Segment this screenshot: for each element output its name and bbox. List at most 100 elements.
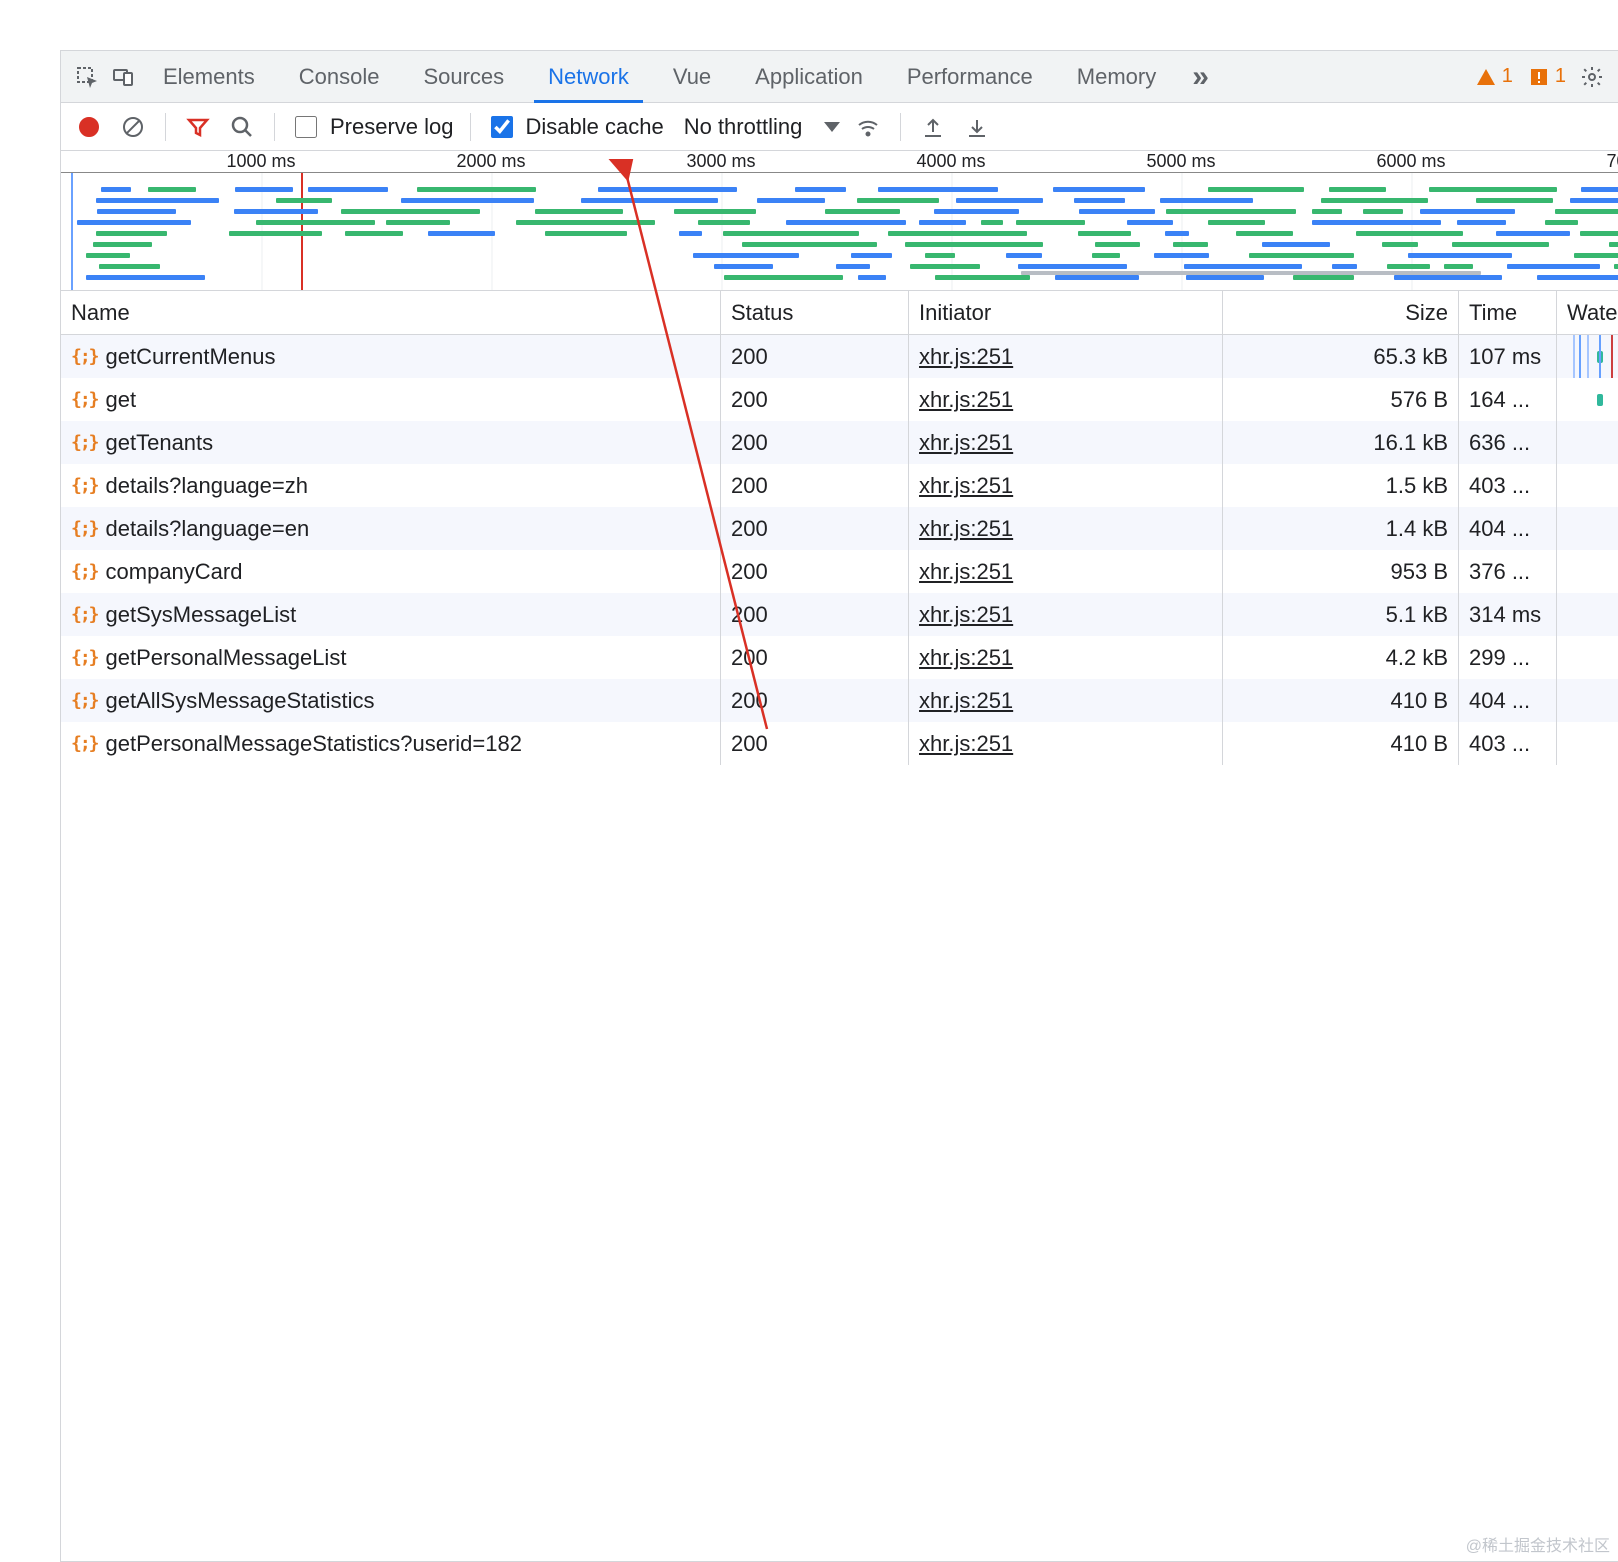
request-initiator[interactable]: xhr.js:251 xyxy=(919,602,1013,628)
table-row[interactable]: {;}getAllSysMessageStatistics200xhr.js:2… xyxy=(61,679,1618,722)
request-time: 314 ms xyxy=(1469,602,1541,628)
timeline-marker-start xyxy=(71,173,73,290)
timeline-bar xyxy=(308,187,388,192)
timeline-bar xyxy=(1476,198,1552,203)
json-icon: {;} xyxy=(71,604,98,625)
table-row[interactable]: {;}getCurrentMenus200xhr.js:25165.3 kB10… xyxy=(61,335,1618,378)
col-waterfall[interactable]: Waterfall xyxy=(1557,291,1618,334)
table-row[interactable]: {;}details?language=en200xhr.js:2511.4 k… xyxy=(61,507,1618,550)
tab-console[interactable]: Console xyxy=(279,51,400,103)
timeline-bar xyxy=(1545,220,1579,225)
inspect-icon[interactable] xyxy=(71,61,103,93)
table-row[interactable]: {;}getTenants200xhr.js:25116.1 kB636 ... xyxy=(61,421,1618,464)
request-initiator[interactable]: xhr.js:251 xyxy=(919,344,1013,370)
request-initiator[interactable]: xhr.js:251 xyxy=(919,731,1013,757)
timeline-bar xyxy=(148,187,196,192)
timeline-bar xyxy=(581,198,718,203)
request-status: 200 xyxy=(731,430,768,456)
request-time: 403 ... xyxy=(1469,731,1530,757)
timeline-bar xyxy=(1154,253,1209,258)
timeline-bar xyxy=(742,242,877,247)
upload-har-icon[interactable] xyxy=(917,111,949,143)
warnings-count[interactable]: 1 xyxy=(1476,65,1513,88)
tab-sources[interactable]: Sources xyxy=(403,51,524,103)
tabs-overflow-icon[interactable]: » xyxy=(1180,60,1221,94)
table-row[interactable]: {;}details?language=zh200xhr.js:2511.5 k… xyxy=(61,464,1618,507)
timeline-bar xyxy=(235,187,292,192)
timeline-bar xyxy=(1186,275,1264,280)
search-icon[interactable] xyxy=(226,111,258,143)
table-row[interactable]: {;}getPersonalMessageList200xhr.js:2514.… xyxy=(61,636,1618,679)
timeline-bar xyxy=(1160,198,1253,203)
device-icon[interactable] xyxy=(107,61,139,93)
request-initiator[interactable]: xhr.js:251 xyxy=(919,645,1013,671)
request-initiator[interactable]: xhr.js:251 xyxy=(919,516,1013,542)
timeline-bar xyxy=(698,220,750,225)
throttling-select[interactable]: No throttling xyxy=(676,114,841,140)
timeline-bar xyxy=(1429,187,1557,192)
issues-count[interactable]: 1 xyxy=(1529,65,1566,88)
tab-performance[interactable]: Performance xyxy=(887,51,1053,103)
tab-memory[interactable]: Memory xyxy=(1057,51,1176,103)
timeline-bar xyxy=(836,264,869,269)
col-time[interactable]: Time xyxy=(1459,291,1557,334)
waterfall-cell xyxy=(1567,335,1618,378)
tab-network[interactable]: Network xyxy=(528,51,649,103)
timeline-bar xyxy=(516,220,654,225)
disable-cache-checkbox[interactable]: Disable cache xyxy=(487,113,664,141)
clear-icon[interactable] xyxy=(117,111,149,143)
filter-icon[interactable] xyxy=(182,111,214,143)
request-status: 200 xyxy=(731,731,768,757)
timeline-overview[interactable]: 1000 ms2000 ms3000 ms4000 ms5000 ms6000 … xyxy=(61,151,1618,291)
request-initiator[interactable]: xhr.js:251 xyxy=(919,559,1013,585)
timeline-bar xyxy=(1609,242,1618,247)
timeline-bar xyxy=(1092,253,1121,258)
request-initiator[interactable]: xhr.js:251 xyxy=(919,688,1013,714)
timeline-bar xyxy=(981,220,1003,225)
timeline-bar xyxy=(96,198,219,203)
col-name[interactable]: Name xyxy=(61,291,721,334)
table-row[interactable]: {;}getSysMessageList200xhr.js:2515.1 kB3… xyxy=(61,593,1618,636)
requests-table: Name Status Initiator Size Time Waterfal… xyxy=(61,291,1618,1561)
request-status: 200 xyxy=(731,473,768,499)
preserve-log-input[interactable] xyxy=(295,116,317,138)
tab-vue[interactable]: Vue xyxy=(653,51,731,103)
col-size[interactable]: Size xyxy=(1223,291,1459,334)
tab-application[interactable]: Application xyxy=(735,51,883,103)
timeline-bar xyxy=(1055,275,1139,280)
network-conditions-icon[interactable] xyxy=(852,111,884,143)
timeline-bar xyxy=(724,275,843,280)
request-name: getSysMessageList xyxy=(106,602,297,628)
timeline-bar xyxy=(1236,231,1292,236)
table-row[interactable]: {;}get200xhr.js:251576 B164 ... xyxy=(61,378,1618,421)
request-size: 65.3 kB xyxy=(1373,344,1448,370)
timeline-bar xyxy=(714,264,773,269)
tab-elements[interactable]: Elements xyxy=(143,51,275,103)
request-status: 200 xyxy=(731,688,768,714)
settings-gear-icon[interactable] xyxy=(1576,61,1608,93)
json-icon: {;} xyxy=(71,389,98,410)
timeline-tick: 7000 ms xyxy=(1606,151,1618,172)
col-status[interactable]: Status xyxy=(721,291,909,334)
timeline-bar xyxy=(1312,209,1342,214)
table-row[interactable]: {;}getPersonalMessageStatistics?userid=1… xyxy=(61,722,1618,765)
warning-triangle-icon xyxy=(1476,67,1496,87)
download-har-icon[interactable] xyxy=(961,111,993,143)
record-icon[interactable] xyxy=(73,111,105,143)
request-initiator[interactable]: xhr.js:251 xyxy=(919,387,1013,413)
timeline-bar xyxy=(535,209,622,214)
disable-cache-input[interactable] xyxy=(491,116,513,138)
timeline-bar xyxy=(857,198,939,203)
timeline-bar xyxy=(545,231,627,236)
timeline-bar xyxy=(97,209,176,214)
request-initiator[interactable]: xhr.js:251 xyxy=(919,473,1013,499)
timeline-bar xyxy=(723,231,859,236)
waterfall-cell xyxy=(1567,378,1618,421)
network-toolbar: Preserve log Disable cache No throttling xyxy=(61,103,1618,151)
table-row[interactable]: {;}companyCard200xhr.js:251953 B376 ... xyxy=(61,550,1618,593)
waterfall-cell xyxy=(1567,464,1618,507)
col-initiator[interactable]: Initiator xyxy=(909,291,1223,334)
request-initiator[interactable]: xhr.js:251 xyxy=(919,430,1013,456)
preserve-log-checkbox[interactable]: Preserve log xyxy=(291,113,454,141)
request-size: 410 B xyxy=(1391,731,1449,757)
